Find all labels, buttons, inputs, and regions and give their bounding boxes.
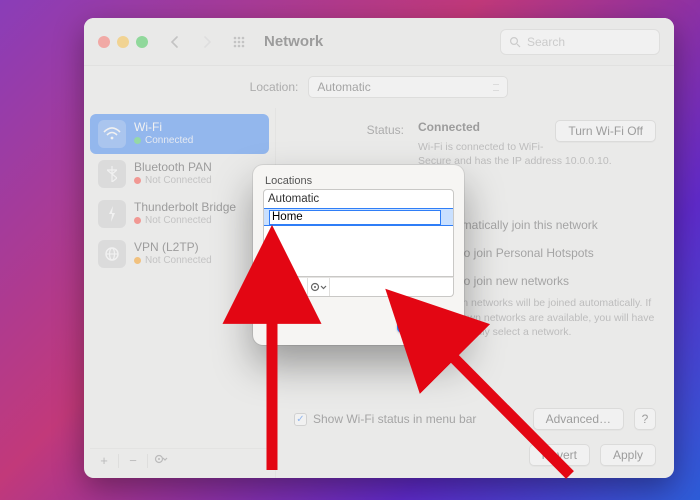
location-name-input[interactable]	[269, 210, 441, 225]
bluetooth-icon	[98, 160, 126, 188]
checkbox-icon: ✓	[294, 413, 307, 426]
minimize-window-button[interactable]	[117, 36, 129, 48]
traffic-lights	[98, 36, 148, 48]
wifi-icon	[98, 120, 126, 148]
location-item-label: Automatic	[268, 193, 319, 205]
service-status: Not Connected	[145, 215, 212, 227]
service-name: Thunderbolt Bridge	[134, 201, 236, 215]
gear-dropdown-icon	[153, 453, 171, 465]
ask-networks-description: Known networks will be joined automatica…	[436, 296, 656, 339]
service-name: Bluetooth PAN	[134, 161, 212, 175]
location-value: Automatic	[317, 80, 370, 94]
sidebar-footer: + −	[90, 448, 269, 472]
show-menubar-checkbox[interactable]: ✓ Show Wi-Fi status in menu bar	[294, 412, 476, 426]
window-titlebar: Network Search	[84, 18, 674, 66]
search-icon	[509, 36, 521, 48]
location-row: Location: Automatic	[84, 66, 674, 108]
locations-sheet: Locations Automatic + − Done	[253, 165, 464, 345]
vpn-icon	[98, 240, 126, 268]
service-name: VPN (L2TP)	[134, 241, 212, 255]
status-dot	[134, 217, 141, 224]
locations-list-footer: + −	[263, 277, 454, 297]
zoom-window-button[interactable]	[136, 36, 148, 48]
locations-header: Locations	[263, 175, 454, 187]
status-dot	[134, 177, 141, 184]
service-thunderbolt-bridge[interactable]: Thunderbolt Bridge Not Connected	[90, 194, 269, 234]
turn-wifi-off-button[interactable]: Turn Wi-Fi Off	[555, 120, 656, 142]
apply-button[interactable]: Apply	[600, 444, 656, 466]
remove-service-button[interactable]: −	[123, 453, 143, 468]
status-label: Status:	[294, 120, 404, 168]
done-button[interactable]: Done	[397, 311, 454, 333]
service-status: Not Connected	[145, 255, 212, 267]
location-item[interactable]: Automatic	[264, 190, 453, 208]
add-service-button[interactable]: +	[94, 453, 114, 468]
service-actions-button[interactable]	[152, 453, 172, 468]
service-bluetooth-pan[interactable]: Bluetooth PAN Not Connected	[90, 154, 269, 194]
add-location-button[interactable]: +	[264, 278, 286, 296]
close-window-button[interactable]	[98, 36, 110, 48]
location-actions-button[interactable]	[308, 278, 330, 296]
forward-button[interactable]	[196, 31, 218, 53]
help-button[interactable]: ?	[634, 408, 656, 430]
revert-button[interactable]: Revert	[529, 444, 590, 466]
service-status: Not Connected	[145, 175, 212, 187]
search-placeholder: Search	[527, 35, 565, 49]
service-status: Connected	[145, 135, 193, 147]
service-vpn[interactable]: VPN (L2TP) Not Connected	[90, 234, 269, 274]
back-button[interactable]	[164, 31, 186, 53]
window-title: Network	[264, 33, 323, 50]
service-wifi[interactable]: Wi-Fi Connected	[90, 114, 269, 154]
remove-location-button[interactable]: −	[286, 278, 308, 296]
status-value: Connected	[418, 120, 480, 134]
locations-list[interactable]: Automatic	[263, 189, 454, 277]
advanced-button[interactable]: Advanced…	[533, 408, 624, 430]
location-label: Location:	[250, 80, 299, 94]
services-sidebar: Wi-Fi Connected Bluetooth PAN Not Connec…	[84, 108, 276, 478]
gear-dropdown-icon	[309, 281, 329, 293]
service-name: Wi-Fi	[134, 121, 193, 135]
thunderbolt-icon	[98, 200, 126, 228]
location-popup[interactable]: Automatic	[308, 76, 508, 98]
checkbox-label: Show Wi-Fi status in menu bar	[313, 412, 476, 426]
status-dot	[134, 137, 141, 144]
location-item-editing[interactable]	[264, 208, 453, 226]
status-dot	[134, 257, 141, 264]
show-all-button[interactable]	[228, 31, 250, 53]
search-field[interactable]: Search	[500, 29, 660, 55]
